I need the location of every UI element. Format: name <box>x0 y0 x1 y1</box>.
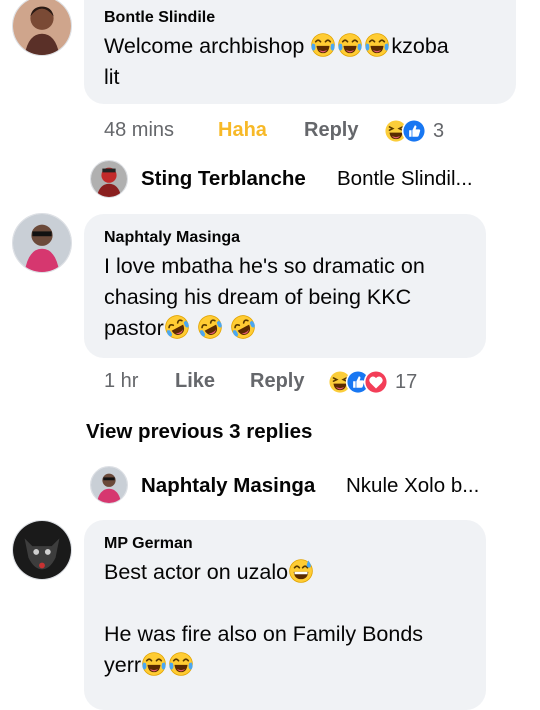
reply-author[interactable]: Naphtaly Masinga <box>141 474 315 498</box>
comment-line <box>104 588 423 619</box>
comment-line: kzoba <box>391 34 449 58</box>
reply-snippet[interactable]: Bontle Slindil... <box>337 167 473 191</box>
comment-line: He was fire also on Family Bonds <box>104 622 424 646</box>
tears-of-joy-emoji-icon <box>168 651 194 677</box>
avatar[interactable] <box>90 160 128 198</box>
comment-time[interactable]: 1 hr <box>104 370 138 393</box>
rolling-on-floor-laughing-emoji-icon <box>164 314 190 340</box>
avatar[interactable] <box>12 0 72 56</box>
comment-line: pastor <box>104 316 164 340</box>
comment-line: lit <box>104 65 120 89</box>
haha-button[interactable]: Haha <box>218 119 267 142</box>
like-reaction-icon <box>401 118 427 144</box>
reaction-count: 17 <box>395 370 418 393</box>
comment-line: Best actor on uzalo <box>104 560 289 584</box>
comment-line: yerr <box>104 653 142 677</box>
avatar[interactable] <box>12 213 72 273</box>
reaction-count: 3 <box>433 119 445 142</box>
comment-text: Welcome archbishop kzoba lit <box>104 31 449 93</box>
rolling-on-floor-laughing-emoji-icon <box>230 314 256 340</box>
reaction-summary[interactable]: 17 <box>327 369 417 395</box>
comment-line: chasing his dream of being KKC <box>104 285 412 309</box>
reply-button[interactable]: Reply <box>250 370 304 393</box>
like-button[interactable]: Like <box>175 370 215 393</box>
tears-of-joy-emoji-icon <box>337 32 363 58</box>
comment-author[interactable]: MP German <box>104 535 193 553</box>
comment-text: Best actor on uzalo He was fire also on … <box>104 557 423 681</box>
tears-of-joy-emoji-icon <box>141 651 167 677</box>
tears-of-joy-emoji-icon <box>364 32 390 58</box>
comment-author[interactable]: Bontle Slindile <box>104 9 215 27</box>
avatar[interactable] <box>12 520 72 580</box>
comment-author[interactable]: Naphtaly Masinga <box>104 229 240 247</box>
love-reaction-icon <box>363 369 389 395</box>
rolling-on-floor-laughing-emoji-icon <box>197 314 223 340</box>
reply-button[interactable]: Reply <box>304 119 358 142</box>
reaction-summary[interactable]: 3 <box>383 118 444 144</box>
grinning-sweat-emoji-icon <box>288 558 314 584</box>
comment-line: I love mbatha he's so dramatic on <box>104 254 425 278</box>
view-previous-replies-link[interactable]: View previous 3 replies <box>86 420 312 444</box>
comment-line: Welcome archbishop <box>104 34 305 58</box>
comment-text: I love mbatha he's so dramatic on chasin… <box>104 251 425 344</box>
comment-time[interactable]: 48 mins <box>104 119 174 142</box>
reply-snippet[interactable]: Nkule Xolo b... <box>346 474 479 498</box>
avatar[interactable] <box>90 466 128 504</box>
tears-of-joy-emoji-icon <box>310 32 336 58</box>
reply-author[interactable]: Sting Terblanche <box>141 167 306 191</box>
